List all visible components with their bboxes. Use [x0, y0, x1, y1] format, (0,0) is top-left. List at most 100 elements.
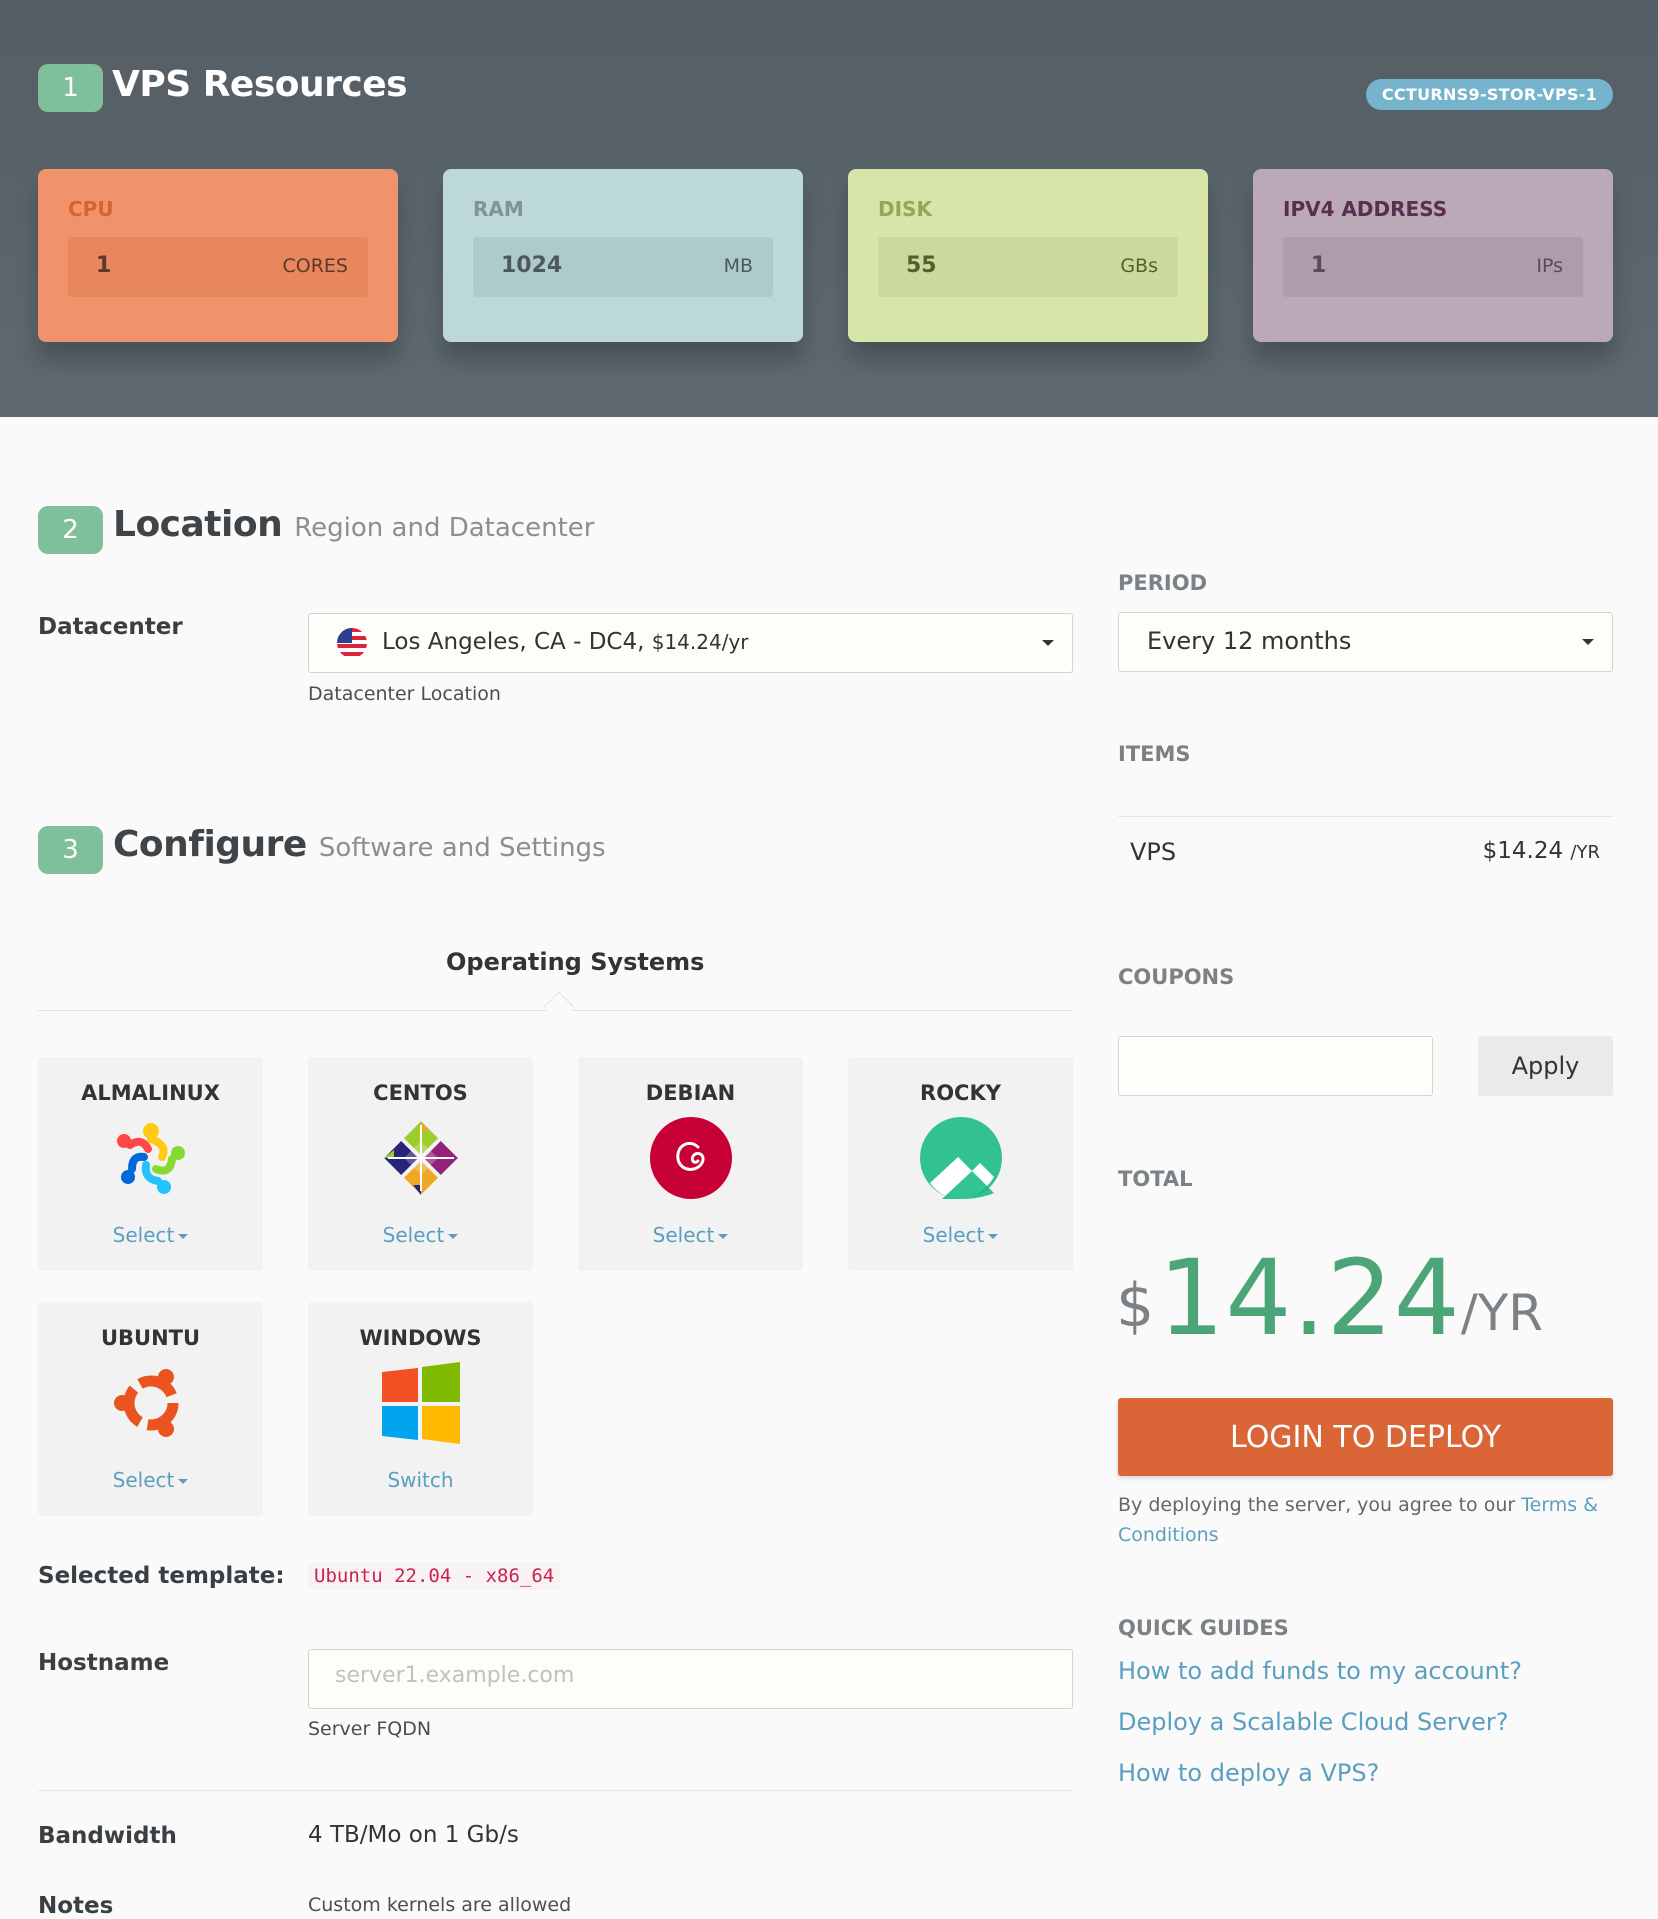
tab-active-indicator [543, 991, 575, 1023]
quick-guides-label: QUICK GUIDES [1118, 1616, 1289, 1640]
disk-value-field[interactable]: 55 GBs [878, 237, 1178, 297]
os-name: UBUNTU [100, 1326, 201, 1350]
os-card-almalinux[interactable]: ALMALINUX Select [38, 1057, 263, 1271]
datacenter-select[interactable]: Los Angeles, CA - DC4, $14.24/yr [308, 613, 1073, 673]
resources-header: 1 VPS Resources CCTURNS9-STOR-VPS-1 CPU … [0, 0, 1658, 417]
coupon-input[interactable] [1118, 1036, 1433, 1096]
bandwidth-label: Bandwidth [38, 1823, 177, 1849]
datacenter-price: $14.24/yr [651, 630, 749, 654]
ram-unit: MB [723, 255, 753, 277]
os-action: Select [652, 1223, 715, 1247]
os-card-ubuntu[interactable]: UBUNTU Select [38, 1302, 263, 1516]
datacenter-label: Datacenter [38, 614, 183, 640]
hostname-placeholder: server1.example.com [335, 1663, 575, 1688]
configure-title: Configure Software and Settings [113, 824, 606, 865]
cpu-unit: CORES [282, 255, 349, 277]
debian-icon [650, 1117, 732, 1199]
chevron-down-icon [1042, 640, 1054, 646]
os-card-debian[interactable]: DEBIAN Select [578, 1057, 803, 1271]
item-name: VPS [1130, 838, 1177, 866]
rocky-icon [920, 1117, 1002, 1199]
ram-label: RAM [473, 197, 524, 221]
configure-subtitle: Software and Settings [318, 833, 606, 863]
total-amount: 14.24 [1158, 1237, 1461, 1359]
notes-label: Notes [38, 1893, 114, 1919]
os-action: Select [112, 1468, 175, 1492]
guide-link[interactable]: How to add funds to my account? [1118, 1657, 1522, 1685]
step-badge-3: 3 [38, 826, 103, 874]
os-select-dropdown[interactable]: Select [578, 1223, 803, 1247]
period-value: Every 12 months [1147, 627, 1352, 655]
item-price-unit: /YR [1570, 842, 1600, 863]
os-name: CENTOS [373, 1081, 468, 1105]
plan-code-badge: CCTURNS9-STOR-VPS-1 [1366, 79, 1613, 110]
cpu-value-field[interactable]: 1 CORES [68, 237, 368, 297]
guide-link[interactable]: Deploy a Scalable Cloud Server? [1118, 1708, 1508, 1736]
os-select-dropdown[interactable]: Select [848, 1223, 1073, 1247]
apply-coupon-button[interactable]: Apply [1478, 1036, 1613, 1096]
cpu-label: CPU [68, 197, 114, 221]
ram-card: RAM 1024 MB [443, 169, 803, 342]
datacenter-value: Los Angeles, CA - DC4, [382, 629, 645, 655]
datacenter-help: Datacenter Location [308, 683, 501, 705]
terms-notice: By deploying the server, you agree to ou… [1118, 1490, 1618, 1550]
disk-label: DISK [878, 197, 932, 221]
period-label: PERIOD [1118, 571, 1208, 595]
cpu-card: CPU 1 CORES [38, 169, 398, 342]
disk-unit: GBs [1120, 255, 1158, 277]
cpu-value: 1 [96, 253, 112, 278]
item-price-value: $14.24 [1482, 838, 1564, 864]
total-unit: /YR [1460, 1284, 1544, 1342]
caret-down-icon [448, 1234, 459, 1239]
os-switch-link[interactable]: Switch [308, 1468, 533, 1492]
item-price: $14.24 /YR [1483, 838, 1600, 864]
location-title: Location Region and Datacenter [113, 504, 594, 545]
ram-value-field[interactable]: 1024 MB [473, 237, 773, 297]
os-name: WINDOWS [359, 1326, 482, 1350]
os-select-dropdown[interactable]: Select [38, 1468, 263, 1492]
os-name: ALMALINUX [81, 1081, 220, 1105]
caret-down-icon [718, 1234, 729, 1239]
os-card-rocky[interactable]: ROCKY Select [848, 1057, 1073, 1271]
resources-title: VPS Resources [112, 64, 408, 105]
os-name: ROCKY [920, 1081, 1001, 1105]
os-card-centos[interactable]: CENTOS Select [308, 1057, 533, 1271]
disk-value: 55 [906, 253, 937, 278]
centos-icon [384, 1121, 458, 1195]
guide-link[interactable]: How to deploy a VPS? [1118, 1759, 1379, 1787]
login-to-deploy-button[interactable]: LOGIN TO DEPLOY [1118, 1398, 1613, 1476]
os-card-windows[interactable]: WINDOWS Switch [308, 1302, 533, 1516]
os-select-dropdown[interactable]: Select [308, 1223, 533, 1247]
hostname-input[interactable]: server1.example.com [308, 1649, 1073, 1709]
caret-down-icon [178, 1234, 189, 1239]
caret-down-icon [988, 1234, 999, 1239]
ipv4-label: IPV4 ADDRESS [1283, 197, 1448, 221]
windows-icon [382, 1362, 460, 1444]
total-label: TOTAL [1118, 1167, 1193, 1191]
step-badge-1: 1 [38, 64, 103, 112]
bandwidth-value: 4 TB/Mo on 1 Gb/s [308, 1822, 519, 1848]
os-select-dropdown[interactable]: Select [38, 1223, 263, 1247]
ipv4-card: IPV4 ADDRESS 1 IPs [1253, 169, 1613, 342]
caret-down-icon [178, 1479, 189, 1484]
total-currency: $ [1116, 1271, 1155, 1341]
configure-heading: Configure [113, 824, 307, 865]
us-flag-icon [337, 628, 367, 658]
disk-card: DISK 55 GBs [848, 169, 1208, 342]
os-name: DEBIAN [645, 1081, 736, 1105]
chevron-down-icon [1582, 639, 1594, 645]
tab-operating-systems[interactable]: Operating Systems [446, 948, 704, 976]
os-action: Switch [387, 1468, 454, 1492]
items-label: ITEMS [1118, 742, 1191, 766]
hostname-help: Server FQDN [308, 1718, 432, 1740]
ipv4-unit: IPs [1536, 255, 1563, 277]
period-select[interactable]: Every 12 months [1118, 612, 1613, 672]
ram-value: 1024 [501, 253, 563, 278]
ipv4-value-field[interactable]: 1 IPs [1283, 237, 1583, 297]
almalinux-icon [117, 1123, 185, 1194]
selected-template-value: Ubuntu 22.04 - x86_64 [308, 1562, 561, 1590]
os-action: Select [922, 1223, 985, 1247]
hostname-label: Hostname [38, 1650, 170, 1676]
location-heading: Location [113, 504, 283, 545]
total-price: $ 14.24 /YR [1116, 1220, 1543, 1350]
